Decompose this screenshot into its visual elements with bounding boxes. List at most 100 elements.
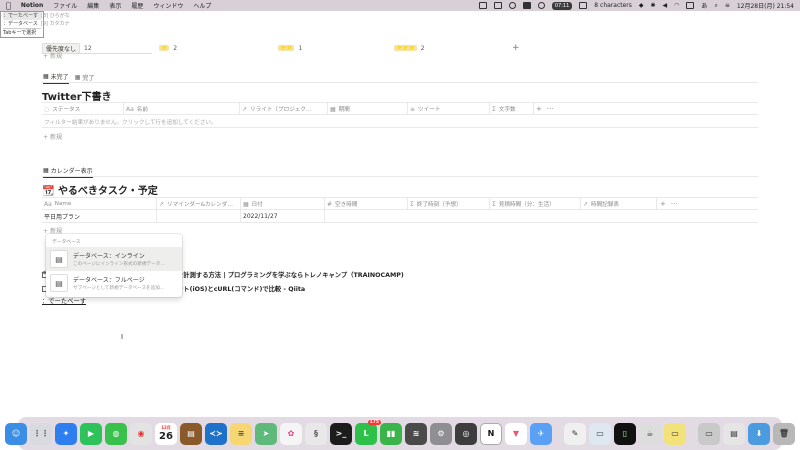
row-reminder[interactable] [157,210,241,222]
group-count: 2 [420,44,425,52]
messages-icon[interactable]: ◍ [105,422,127,445]
stickies-icon[interactable]: ▭ [664,422,686,445]
coffee-icon[interactable]: ☕ [639,422,661,445]
menu-file[interactable]: ファイル [53,1,77,10]
col-time-record[interactable]: ↗ 時間記録表 [581,198,657,210]
menu-window[interactable]: ウィンドウ [153,1,183,10]
col-label: 終了時刻（予想） [416,202,462,208]
col-date[interactable]: ▦ 日付 [241,198,325,210]
db-title-twitter[interactable]: Twitter下書き [42,88,112,103]
dropbox-icon[interactable]: ◆ [639,2,644,9]
empty-filter-message[interactable]: フィルター結果がありません。クリックして行を追加してください。 [42,116,758,128]
search-icon[interactable]: ⌕ [714,2,717,10]
add-column-icon[interactable]: + [660,200,666,208]
board-new-row[interactable]: + 新規 [43,51,62,60]
menu-help[interactable]: ヘルプ [193,1,211,10]
photos-icon[interactable]: ✿ [280,422,302,445]
board-group-3[interactable]: ⭐⭐⭐ 2 [394,45,425,52]
col-tweet[interactable]: ≡ ツイート [408,103,490,115]
stop-icon[interactable] [522,2,531,9]
table-row[interactable]: 平日用プラン 2022/11/27 [42,210,758,223]
launchpad-icon[interactable]: ⋮⋮ [30,422,52,445]
input-method-icon[interactable]: あ [701,1,707,10]
volume-icon[interactable]: ◀ [663,2,668,9]
pen-app-icon[interactable]: ✎ [564,422,586,445]
page-link[interactable]: ：でーたべーす [42,296,86,305]
maps-icon[interactable]: ➤ [255,422,277,445]
screen-icon[interactable] [493,2,502,9]
line-icon[interactable]: L 175 [355,419,381,445]
timer-badge[interactable]: 07:11 [551,1,573,10]
row-date[interactable]: 2022/11/27 [241,210,325,222]
affinity-icon[interactable]: ▼ [505,422,527,445]
activity-icon[interactable]: ≋ [405,422,427,445]
add-column-icon[interactable]: + [536,105,542,113]
bluetooth-icon[interactable]: ✱ [651,2,656,9]
menu-item-fullpage-database[interactable]: ▤ データベース：フルページ サブページとして新規データベースを追加… [46,271,182,295]
candidate-1[interactable]: ：でーたべーす [8] ひらがな [3,12,70,20]
document-stack-icon[interactable]: ▭ [698,422,720,445]
col-relation[interactable]: ↗ リライト（プロジェク… [240,103,328,115]
col-char-count[interactable]: Σ 文字数 [490,103,534,115]
safari-icon[interactable]: ✦ [55,422,77,445]
menu-view[interactable]: 表示 [109,1,121,10]
text-icon: Aa [44,200,52,208]
menu-item-inline-database[interactable]: ▤ データベース：インライン このページにインライン形式の新規データ… [46,247,182,271]
clock-datetime[interactable]: 12月28日(月) 21:54 [737,1,794,10]
menu-item-title: データベース：フルページ [73,277,145,284]
row-name[interactable]: 平日用プラン [42,210,157,222]
archive-icon[interactable]: ▤ [723,422,745,445]
col-name[interactable]: Aa Name [42,198,157,210]
vscode-icon[interactable]: ≺≻ [205,422,227,445]
candidate-text: ：でーたべーす [3,13,39,19]
monitor-icon[interactable]: ▯ [614,422,636,445]
terminal-icon[interactable]: >_ [330,422,352,445]
board-group-2[interactable]: ⭐⭐ 1 [278,45,302,52]
col-status[interactable]: ◌ ステータス [42,103,124,115]
relation-icon: ↗ [159,200,165,208]
notion-icon[interactable]: N [480,422,502,445]
col-reminder[interactable]: ↗ リマインダー&カレンダ… [157,198,241,210]
twitter-new-row[interactable]: + 新規 [43,132,62,141]
apple-menu-icon[interactable]:  [6,1,11,10]
col-label: リライト（プロジェク… [250,107,312,113]
candidate-2[interactable]: ：データベース [9] カタカナ [3,20,69,28]
col-end-time[interactable]: Σ 終了時刻（予想） [408,198,490,210]
menu-edit[interactable]: 編集 [87,1,99,10]
col-estimate[interactable]: Σ 見積時間（分：生活） [490,198,581,210]
col-period[interactable]: ▦ 期間 [328,103,408,115]
scripts-icon[interactable]: ▤ [180,422,202,445]
wifi-icon[interactable]: ◠ [674,2,679,9]
record-icon[interactable] [579,2,588,9]
db-title-tasks[interactable]: 📆 やるべきタスク・予定 [42,182,158,197]
menubar-extra-icon[interactable] [478,2,487,9]
battery-icon[interactable] [686,2,695,9]
system-preferences-icon[interactable]: ⚙ [430,422,452,445]
control-center-icon[interactable]: ≡ [725,2,730,9]
check-icon[interactable] [537,2,545,9]
numbers-icon[interactable]: ▮▮ [380,422,402,445]
col-name[interactable]: Aa 名前 [124,103,240,115]
facetime-icon[interactable]: ▶ [80,422,102,445]
col-free-time[interactable]: # 空き時間 [325,198,408,210]
trash-icon[interactable]: 🗑 [773,422,795,445]
more-icon[interactable]: ··· [547,105,554,113]
play-icon[interactable] [508,2,516,9]
finder-icon[interactable]: ☺ [5,422,27,445]
menu-app-name[interactable]: Notion [21,2,43,9]
preview-window-icon[interactable]: ▭ [589,422,611,445]
board-group-1[interactable]: ⭐ 2 [159,45,177,52]
testflight-icon[interactable]: ✈ [530,422,552,445]
aperture-icon[interactable]: ◎ [455,422,477,445]
char-count[interactable]: 8 characters [594,2,632,9]
more-icon[interactable]: ··· [671,200,678,208]
sublime-icon[interactable]: § [305,422,327,445]
calendar-app-icon[interactable]: 12月 26 [155,422,177,445]
number-icon: # [327,200,333,208]
header-tools: + ··· [660,198,678,210]
add-group-button[interactable]: + [512,43,520,53]
notes-icon[interactable]: ≡ [230,422,252,445]
photo-booth-icon[interactable]: ◉ [130,422,152,445]
downloads-folder-icon[interactable]: ⬇ [748,422,770,445]
menu-history[interactable]: 履歴 [131,1,143,10]
